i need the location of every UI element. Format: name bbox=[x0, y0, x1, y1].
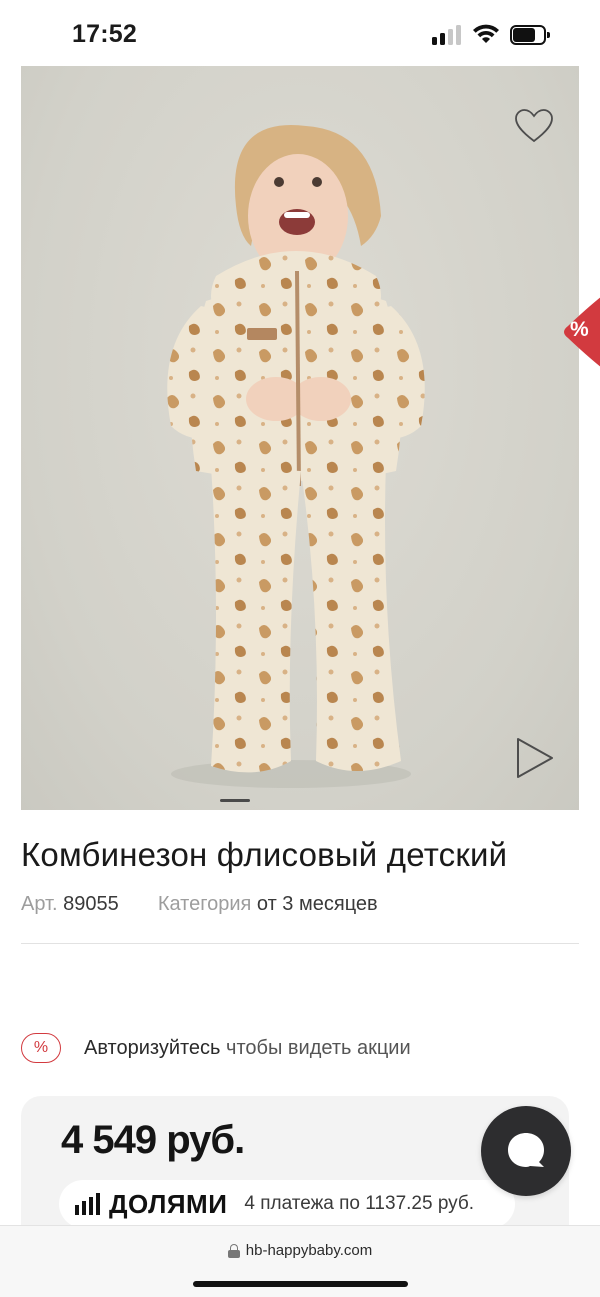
product-meta: Арт. 89055 Категория от 3 месяцев bbox=[21, 893, 378, 916]
home-indicator[interactable] bbox=[193, 1281, 408, 1287]
heart-icon bbox=[515, 109, 553, 143]
divider bbox=[21, 943, 579, 944]
article-value: 89055 bbox=[63, 893, 119, 915]
product-price: 4 549 руб. bbox=[61, 1118, 245, 1162]
dolyami-logo: ДОЛЯМИ bbox=[75, 1189, 227, 1220]
chat-button[interactable] bbox=[481, 1106, 571, 1196]
product-photo-illustration bbox=[167, 125, 425, 788]
url-container[interactable]: hb-happybaby.com bbox=[0, 1242, 600, 1259]
dolyami-bars-icon bbox=[75, 1193, 103, 1215]
product-image[interactable] bbox=[21, 66, 579, 810]
product-title: Комбинезон флисовый детский bbox=[21, 836, 508, 873]
category-value: от 3 месяцев bbox=[256, 893, 378, 915]
favorite-button[interactable] bbox=[512, 104, 556, 148]
promo-rest-text: чтобы видеть акции bbox=[226, 1036, 411, 1059]
cellular-signal-icon bbox=[432, 25, 464, 45]
dolyami-installments-button[interactable]: ДОЛЯМИ 4 платежа по 1137.25 руб. bbox=[59, 1180, 515, 1228]
percent-badge-icon: % bbox=[21, 1033, 61, 1063]
lock-icon bbox=[227, 1243, 240, 1258]
chat-bubble-icon bbox=[508, 1133, 544, 1167]
browser-address-bar[interactable]: hb-happybaby.com bbox=[0, 1225, 600, 1297]
login-link[interactable]: Авторизуйтесь bbox=[84, 1037, 220, 1059]
installment-text: 4 платежа по 1137.25 руб. bbox=[244, 1193, 475, 1214]
battery-icon bbox=[510, 25, 550, 45]
url-text: hb-happybaby.com bbox=[245, 1242, 373, 1259]
article-label: Арт. bbox=[21, 893, 58, 915]
carousel-indicator[interactable] bbox=[220, 799, 250, 802]
dolyami-brand: ДОЛЯМИ bbox=[109, 1188, 228, 1219]
play-icon[interactable] bbox=[511, 734, 559, 782]
promo-banner: % Авторизуйтесь чтобы видеть акции bbox=[21, 1032, 411, 1064]
category-label: Категория bbox=[157, 893, 252, 915]
discount-tab-label: % bbox=[570, 318, 589, 341]
promo-text: Авторизуйтесь чтобы видеть акции bbox=[84, 1037, 411, 1060]
status-time: 17:52 bbox=[72, 20, 137, 48]
status-bar: 17:52 bbox=[0, 0, 600, 66]
wifi-icon bbox=[473, 24, 499, 43]
discount-tab[interactable]: % bbox=[562, 296, 600, 368]
